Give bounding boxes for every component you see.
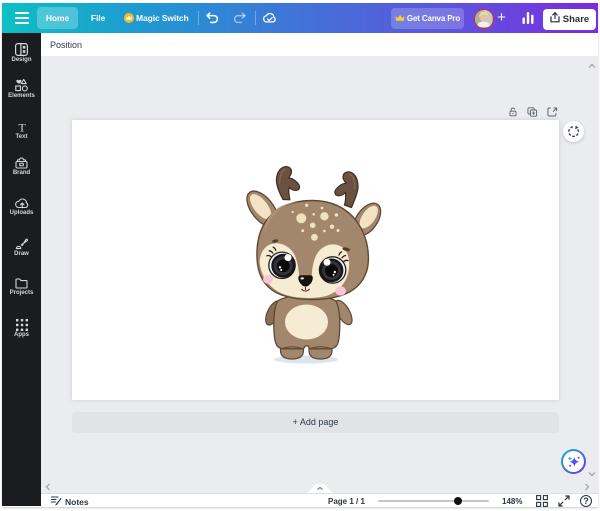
svg-text:T: T: [18, 122, 26, 133]
